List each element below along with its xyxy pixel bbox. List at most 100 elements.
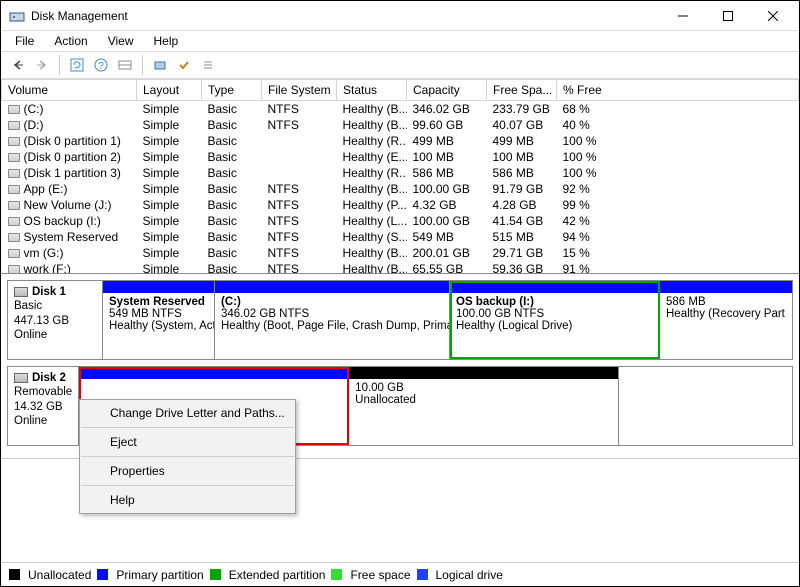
cell-pct: 100 % — [557, 133, 799, 149]
close-button[interactable] — [750, 2, 795, 30]
partition-os-backup[interactable]: OS backup (I:) 100.00 GB NTFS Healthy (L… — [450, 281, 660, 359]
minimize-button[interactable] — [660, 2, 705, 30]
volume-icon — [8, 233, 20, 242]
menu-file[interactable]: File — [7, 32, 42, 50]
ctx-properties[interactable]: Properties — [80, 460, 295, 482]
cell-free: 41.54 GB — [487, 213, 557, 229]
swatch-logical — [417, 569, 428, 580]
cell-volume: vm (G:) — [24, 246, 64, 260]
col-volume[interactable]: Volume — [2, 80, 137, 101]
col-status[interactable]: Status — [337, 80, 407, 101]
cell-capacity: 549 MB — [407, 229, 487, 245]
partition-name: OS backup (I:) — [456, 296, 653, 308]
menu-action[interactable]: Action — [46, 32, 95, 50]
volume-list-pane: Volume Layout Type File System Status Ca… — [1, 79, 799, 274]
cell-free: 100 MB — [487, 149, 557, 165]
cell-status: Healthy (R... — [337, 133, 407, 149]
volume-table[interactable]: Volume Layout Type File System Status Ca… — [1, 79, 799, 274]
partition-size: 10.00 GB — [355, 382, 612, 394]
cell-volume: (Disk 1 partition 3) — [24, 166, 121, 180]
cell-free: 40.07 GB — [487, 117, 557, 133]
table-row[interactable]: App (E:)SimpleBasicNTFSHealthy (B...100.… — [2, 181, 799, 197]
ctx-separator — [81, 427, 294, 428]
table-row[interactable]: (Disk 1 partition 3)SimpleBasicHealthy (… — [2, 165, 799, 181]
back-button[interactable] — [7, 54, 29, 76]
ctx-eject[interactable]: Eject — [80, 431, 295, 453]
cell-pct: 94 % — [557, 229, 799, 245]
menu-help[interactable]: Help — [146, 32, 187, 50]
col-capacity[interactable]: Capacity — [407, 80, 487, 101]
partition-status: Unallocated — [355, 394, 612, 406]
cell-capacity: 4.32 GB — [407, 197, 487, 213]
disk2-type: Removable — [14, 385, 72, 399]
table-row[interactable]: work (F:)SimpleBasicNTFSHealthy (B...65.… — [2, 261, 799, 274]
col-pct[interactable]: % Free — [557, 80, 799, 101]
maximize-button[interactable] — [705, 2, 750, 30]
col-filesystem[interactable]: File System — [262, 80, 337, 101]
table-row[interactable]: (Disk 0 partition 2)SimpleBasicHealthy (… — [2, 149, 799, 165]
table-row[interactable]: (D:)SimpleBasicNTFSHealthy (B...99.60 GB… — [2, 117, 799, 133]
cell-status: Healthy (B... — [337, 261, 407, 274]
volume-icon — [8, 137, 20, 146]
disk1-state: Online — [14, 328, 96, 342]
title-bar: Disk Management — [1, 1, 799, 31]
cell-volume: App (E:) — [24, 182, 68, 196]
check-icon[interactable] — [173, 54, 195, 76]
partition-size: 346.02 GB NTFS — [221, 308, 443, 320]
table-row[interactable]: (Disk 0 partition 1)SimpleBasicHealthy (… — [2, 133, 799, 149]
refresh-icon[interactable] — [66, 54, 88, 76]
cell-layout: Simple — [137, 149, 202, 165]
cell-free: 586 MB — [487, 165, 557, 181]
col-layout[interactable]: Layout — [137, 80, 202, 101]
menu-view[interactable]: View — [100, 32, 142, 50]
forward-button[interactable] — [31, 54, 53, 76]
partition-unallocated[interactable]: 10.00 GB Unallocated — [349, 367, 619, 445]
table-row[interactable]: OS backup (I:)SimpleBasicNTFSHealthy (L.… — [2, 213, 799, 229]
partition-stripe — [215, 281, 449, 293]
col-type[interactable]: Type — [202, 80, 262, 101]
legend-logical: Logical drive — [436, 568, 503, 582]
cell-type: Basic — [202, 245, 262, 261]
cell-capacity: 499 MB — [407, 133, 487, 149]
table-row[interactable]: vm (G:)SimpleBasicNTFSHealthy (B...200.0… — [2, 245, 799, 261]
cell-free: 91.79 GB — [487, 181, 557, 197]
ctx-help[interactable]: Help — [80, 489, 295, 511]
action-icon[interactable] — [149, 54, 171, 76]
cell-free: 233.79 GB — [487, 101, 557, 118]
cell-free: 59.36 GB — [487, 261, 557, 274]
table-row[interactable]: New Volume (J:)SimpleBasicNTFSHealthy (P… — [2, 197, 799, 213]
help-icon[interactable]: ? — [90, 54, 112, 76]
cell-status: Healthy (E... — [337, 149, 407, 165]
disk2-header[interactable]: Disk 2 Removable 14.32 GB Online — [8, 367, 79, 445]
cell-layout: Simple — [137, 245, 202, 261]
cell-fs: NTFS — [262, 101, 337, 118]
col-free[interactable]: Free Spa... — [487, 80, 557, 101]
cell-capacity: 200.01 GB — [407, 245, 487, 261]
cell-capacity: 65.55 GB — [407, 261, 487, 274]
table-row[interactable]: System ReservedSimpleBasicNTFSHealthy (S… — [2, 229, 799, 245]
swatch-extended — [210, 569, 221, 580]
cell-fs: NTFS — [262, 117, 337, 133]
cell-capacity: 99.60 GB — [407, 117, 487, 133]
partition-recovery[interactable]: 586 MB Healthy (Recovery Part — [660, 281, 792, 359]
cell-volume: (D:) — [24, 118, 44, 132]
table-row[interactable]: (C:)SimpleBasicNTFSHealthy (B...346.02 G… — [2, 101, 799, 118]
legend-bar: Unallocated Primary partition Extended p… — [1, 562, 799, 586]
cell-volume: (Disk 0 partition 2) — [24, 150, 121, 164]
partition-c[interactable]: (C:) 346.02 GB NTFS Healthy (Boot, Page … — [215, 281, 450, 359]
ctx-change-drive-letter[interactable]: Change Drive Letter and Paths... — [80, 402, 295, 424]
partition-status: Healthy (Boot, Page File, Crash Dump, Pr… — [221, 320, 443, 332]
cell-fs: NTFS — [262, 197, 337, 213]
settings-icon[interactable] — [114, 54, 136, 76]
app-icon — [9, 8, 25, 24]
cell-pct: 92 % — [557, 181, 799, 197]
partition-system-reserved[interactable]: System Reserved 549 MB NTFS Healthy (Sys… — [103, 281, 215, 359]
list-icon[interactable] — [197, 54, 219, 76]
cell-type: Basic — [202, 165, 262, 181]
legend-extended: Extended partition — [229, 568, 326, 582]
cell-pct: 40 % — [557, 117, 799, 133]
cell-capacity: 100 MB — [407, 149, 487, 165]
disk1-header[interactable]: Disk 1 Basic 447.13 GB Online — [8, 281, 103, 359]
svg-text:?: ? — [98, 61, 104, 72]
cell-layout: Simple — [137, 213, 202, 229]
